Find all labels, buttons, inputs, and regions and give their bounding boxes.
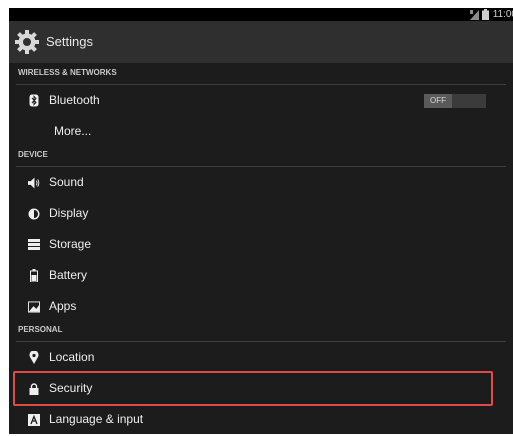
settings-item-display[interactable]: Display bbox=[9, 198, 513, 229]
settings-item-label: Apps bbox=[49, 299, 77, 313]
section-header-wireless: WIRELESS & NETWORKS bbox=[16, 64, 506, 85]
security-highlight-box bbox=[13, 371, 493, 406]
speaker-icon bbox=[28, 176, 40, 189]
brightness-icon bbox=[28, 207, 40, 220]
battery-icon bbox=[28, 269, 40, 282]
settings-item-language[interactable]: Language & input bbox=[9, 404, 513, 434]
settings-item-label: Bluetooth bbox=[49, 93, 100, 107]
bluetooth-icon bbox=[28, 94, 40, 107]
page-title: Settings bbox=[46, 34, 93, 49]
clock: 11:00 bbox=[492, 9, 513, 20]
settings-item-more[interactable]: More... bbox=[9, 116, 513, 147]
battery-icon bbox=[482, 9, 489, 20]
storage-icon bbox=[28, 238, 40, 251]
settings-item-bluetooth[interactable]: Bluetooth OFF bbox=[9, 85, 513, 116]
location-pin-icon bbox=[28, 351, 40, 364]
action-bar: Settings bbox=[9, 21, 513, 63]
settings-item-label: Language & input bbox=[49, 412, 144, 426]
section-header-personal: PERSONAL bbox=[16, 321, 506, 342]
signal-icon bbox=[470, 9, 479, 20]
settings-item-label: Display bbox=[49, 206, 89, 220]
status-bar: 11:00 bbox=[9, 8, 513, 21]
settings-item-sound[interactable]: Sound bbox=[9, 167, 513, 198]
settings-item-label: More... bbox=[54, 124, 92, 138]
settings-gear-icon[interactable] bbox=[14, 29, 40, 55]
settings-item-label: Location bbox=[49, 350, 95, 364]
apps-icon bbox=[28, 300, 40, 313]
settings-item-location[interactable]: Location bbox=[9, 342, 513, 373]
settings-item-label: Storage bbox=[49, 237, 92, 251]
keyboard-a-icon bbox=[28, 413, 40, 426]
toggle-state: OFF bbox=[424, 94, 452, 108]
bluetooth-toggle[interactable]: OFF bbox=[424, 94, 486, 108]
settings-item-label: Sound bbox=[49, 175, 84, 189]
settings-item-apps[interactable]: Apps bbox=[9, 291, 513, 322]
settings-item-storage[interactable]: Storage bbox=[9, 229, 513, 260]
section-header-device: DEVICE bbox=[16, 146, 506, 167]
settings-item-label: Battery bbox=[49, 268, 88, 282]
settings-item-battery[interactable]: Battery bbox=[9, 260, 513, 291]
status-icons bbox=[470, 9, 489, 20]
